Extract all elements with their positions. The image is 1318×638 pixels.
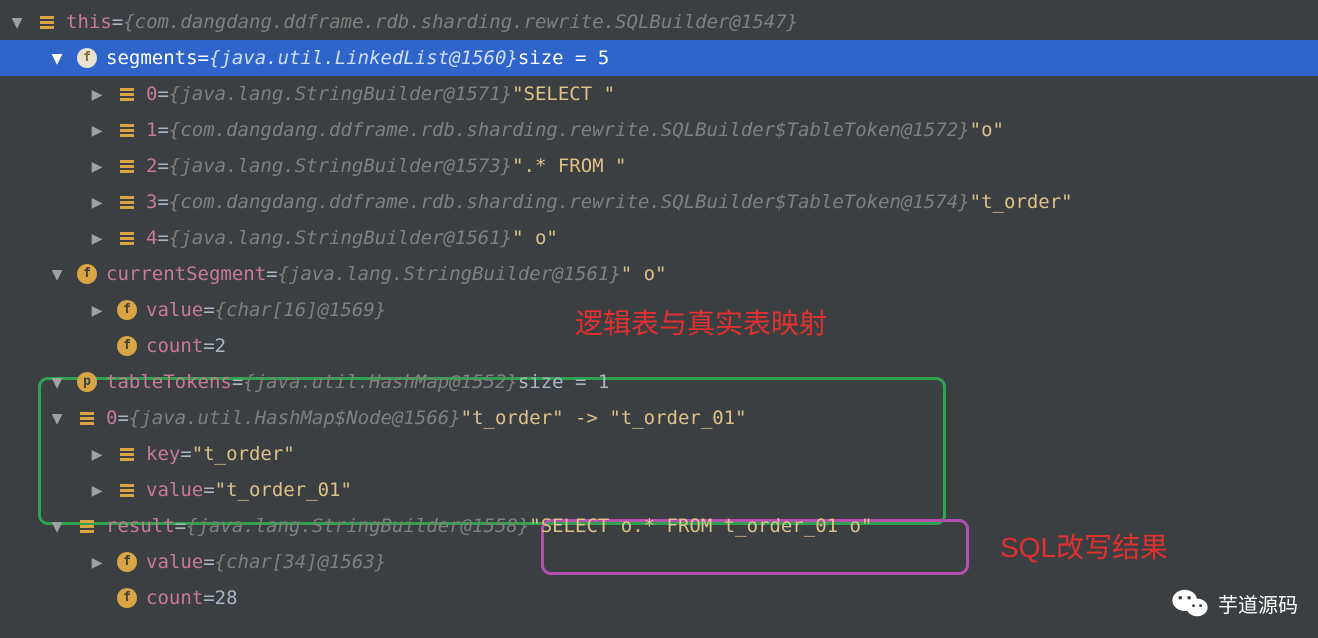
list-icon	[36, 11, 58, 33]
var-type: {com.dangdang.ddframe.rdb.sharding.rewri…	[123, 11, 798, 33]
arrow-right-icon[interactable]: ▶	[88, 229, 106, 247]
tree-row-map-entry-0[interactable]: ▼ 0 = {java.util.HashMap$Node@1566} "t_o…	[0, 400, 1318, 436]
list-icon	[116, 191, 138, 213]
arrow-down-icon[interactable]: ▼	[48, 49, 66, 67]
arrow-down-icon[interactable]: ▼	[48, 409, 66, 427]
wechat-icon	[1172, 588, 1208, 618]
list-icon	[116, 227, 138, 249]
var-type: {java.util.LinkedList@1560}	[209, 47, 518, 69]
list-icon	[116, 443, 138, 465]
arrow-right-icon[interactable]: ▶	[88, 445, 106, 463]
list-icon	[76, 515, 98, 537]
watermark: 芋道源码	[1172, 588, 1298, 618]
arrow-right-icon[interactable]: ▶	[88, 157, 106, 175]
list-icon	[116, 83, 138, 105]
watermark-text: 芋道源码	[1218, 589, 1298, 618]
arrow-right-icon[interactable]: ▶	[88, 85, 106, 103]
tree-row-value-2[interactable]: ▶ f value = {char[34]@1563}	[0, 544, 1318, 580]
tree-row-map-key[interactable]: ▶ key = "t_order"	[0, 436, 1318, 472]
tree-row-count-1[interactable]: ▶ f count = 2	[0, 328, 1318, 364]
tree-row-tableTokens[interactable]: ▼ p tableTokens = {java.util.HashMap@155…	[0, 364, 1318, 400]
debug-variables-tree: ▼ this = {com.dangdang.ddframe.rdb.shard…	[0, 0, 1318, 616]
var-str: "SELECT "	[512, 83, 615, 105]
field-icon: f	[76, 47, 98, 69]
list-icon	[116, 119, 138, 141]
tree-row-map-value[interactable]: ▶ value = "t_order_01"	[0, 472, 1318, 508]
tree-row-count-2[interactable]: ▶ f count = 28	[0, 580, 1318, 616]
tree-row-seg-4[interactable]: ▶ 4 = {java.lang.StringBuilder@1561} " o…	[0, 220, 1318, 256]
arrow-down-icon[interactable]: ▼	[48, 517, 66, 535]
tree-row-this[interactable]: ▼ this = {com.dangdang.ddframe.rdb.shard…	[0, 4, 1318, 40]
field-icon: f	[116, 335, 138, 357]
tree-row-currentSegment[interactable]: ▼ f currentSegment = {java.lang.StringBu…	[0, 256, 1318, 292]
tree-row-value-1[interactable]: ▶ f value = {char[16]@1569}	[0, 292, 1318, 328]
arrow-right-icon[interactable]: ▶	[88, 301, 106, 319]
field-icon: f	[116, 551, 138, 573]
var-name: 0	[146, 83, 157, 105]
field-icon: f	[116, 587, 138, 609]
arrow-right-icon[interactable]: ▶	[88, 553, 106, 571]
tree-row-seg-2[interactable]: ▶ 2 = {java.lang.StringBuilder@1573} ".*…	[0, 148, 1318, 184]
tree-row-seg-0[interactable]: ▶ 0 = {java.lang.StringBuilder@1571} "SE…	[0, 76, 1318, 112]
var-name: segments	[106, 47, 198, 69]
tree-row-segments[interactable]: ▼ f segments = {java.util.LinkedList@156…	[0, 40, 1318, 76]
property-icon: p	[76, 371, 98, 393]
field-icon: f	[116, 299, 138, 321]
arrow-right-icon[interactable]: ▶	[88, 481, 106, 499]
var-str: "SELECT o.* FROM t_order_01 o"	[529, 515, 872, 537]
arrow-down-icon[interactable]: ▼	[48, 265, 66, 283]
tree-row-seg-3[interactable]: ▶ 3 = {com.dangdang.ddframe.rdb.sharding…	[0, 184, 1318, 220]
var-size: size = 5	[518, 47, 610, 69]
arrow-down-icon[interactable]: ▼	[8, 13, 26, 31]
arrow-down-icon[interactable]: ▼	[48, 373, 66, 391]
tree-row-result[interactable]: ▼ result = {java.lang.StringBuilder@1558…	[0, 508, 1318, 544]
tree-row-seg-1[interactable]: ▶ 1 = {com.dangdang.ddframe.rdb.sharding…	[0, 112, 1318, 148]
list-icon	[76, 407, 98, 429]
arrow-right-icon[interactable]: ▶	[88, 121, 106, 139]
list-icon	[116, 479, 138, 501]
var-name: this	[66, 11, 112, 33]
field-icon: f	[76, 263, 98, 285]
arrow-right-icon[interactable]: ▶	[88, 193, 106, 211]
list-icon	[116, 155, 138, 177]
